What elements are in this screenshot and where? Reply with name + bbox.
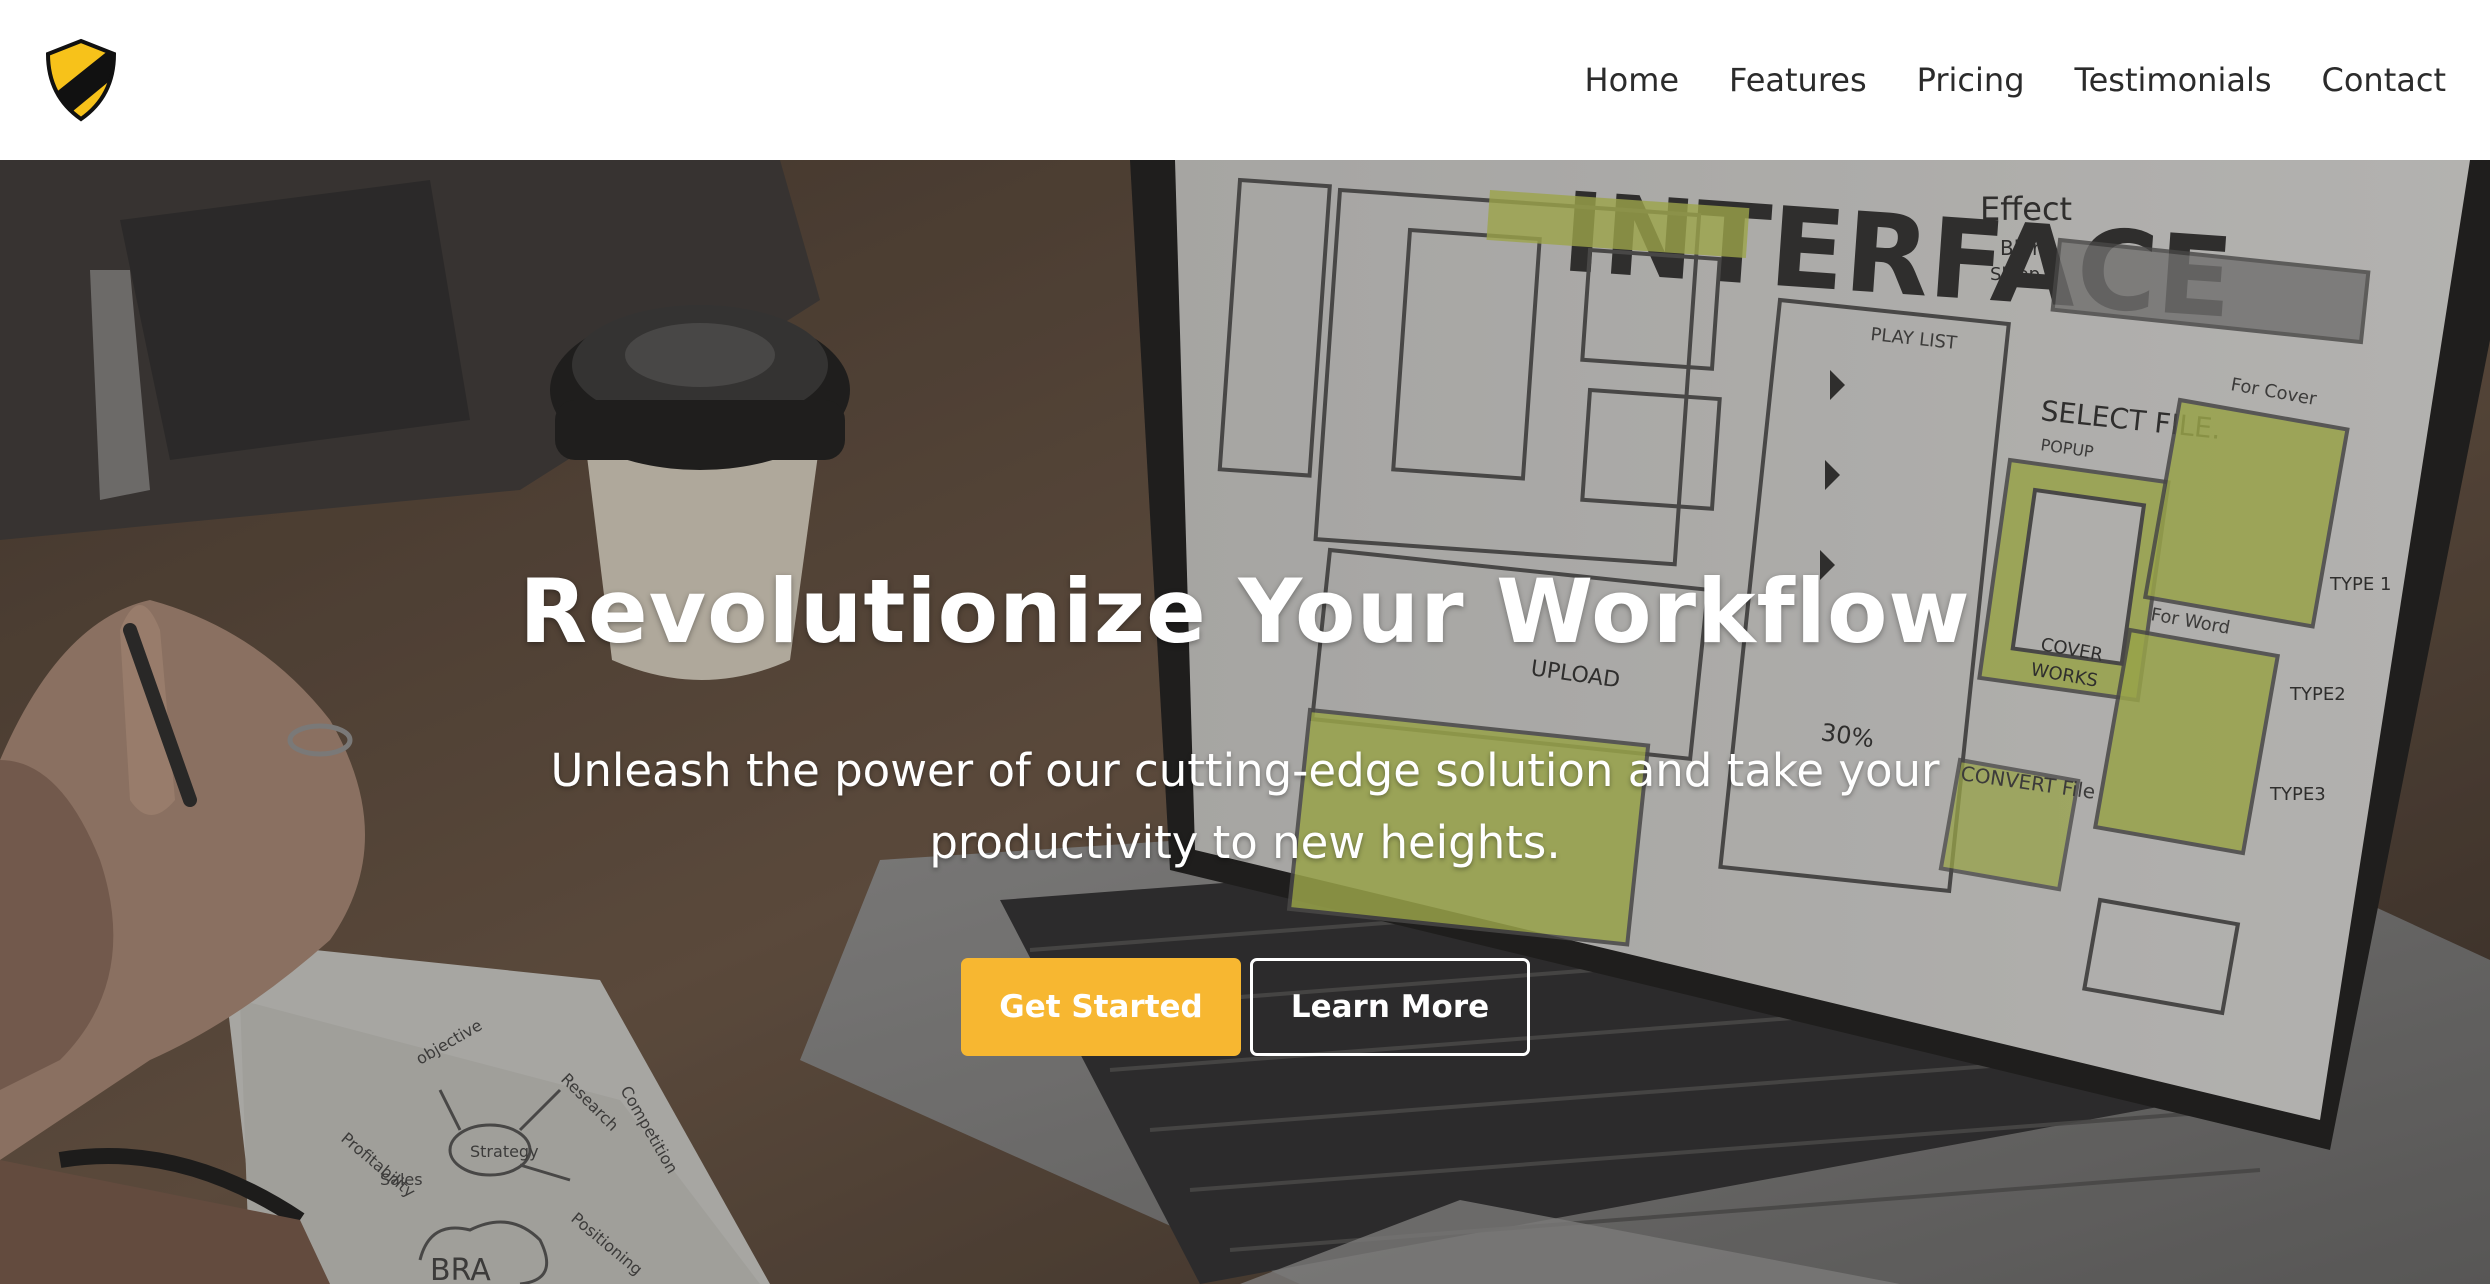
hero-title: Revolutionize Your Workflow [519, 560, 1971, 663]
hero-subtitle: Unleash the power of our cutting-edge so… [550, 744, 1940, 869]
hero-section: INTERFACE PLAY LIST SELECT FILE. POPUP F… [0, 160, 2490, 1284]
hero-content: Revolutionize Your Workflow Unleash the … [0, 160, 2490, 1284]
nav-link-contact[interactable]: Contact [2322, 61, 2447, 99]
site-header: Home Features Pricing Testimonials Conta… [0, 0, 2490, 160]
get-started-button[interactable]: Get Started [961, 958, 1241, 1056]
nav-link-home[interactable]: Home [1585, 61, 1680, 99]
shield-logo-icon[interactable] [44, 38, 118, 122]
nav-link-features[interactable]: Features [1729, 61, 1867, 99]
learn-more-button[interactable]: Learn More [1250, 958, 1530, 1056]
nav-link-pricing[interactable]: Pricing [1917, 61, 2025, 99]
main-navigation: Home Features Pricing Testimonials Conta… [1585, 0, 2446, 160]
nav-link-testimonials[interactable]: Testimonials [2075, 61, 2272, 99]
